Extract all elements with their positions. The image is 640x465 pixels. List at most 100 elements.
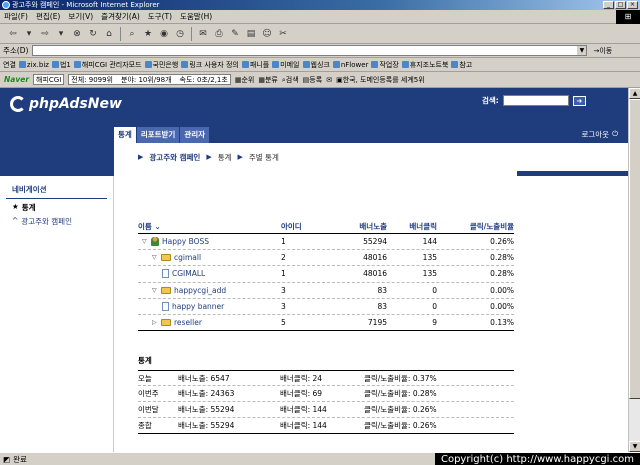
scroll-up-icon[interactable]: ▲ [629,88,640,99]
tab-reports[interactable]: 리포트받기 [136,127,180,143]
naver-logo[interactable]: Naver [4,75,29,84]
stats-impressions: 배너노출: 24363 [178,389,235,398]
address-input[interactable]: ▼ [32,45,588,56]
naver-category-button[interactable]: ▦분류 [258,75,278,85]
link-item[interactable]: 해피CGI 관리자모드 [73,60,142,70]
menu-tools[interactable]: 도구(T) [148,11,172,22]
header-impressions[interactable]: 배너노출 [331,221,387,232]
maximize-button[interactable]: □ [615,1,626,9]
forward-icon[interactable]: ⇨ [38,27,52,41]
home-icon[interactable]: ⌂ [102,27,116,41]
menu-favorites[interactable]: 즐겨찾기(A) [101,11,140,22]
naver-register-button[interactable]: ▤등록 [303,75,323,85]
status-text: 완료 [13,454,27,464]
header-name[interactable]: 이름 ⌄ [138,221,281,232]
sidebar-item-label: 광고주와 캠페인 [21,217,72,226]
scroll-down-icon[interactable]: ▼ [629,441,640,452]
address-dropdown-icon[interactable]: ▼ [577,46,587,55]
discuss-icon[interactable]: ▤ [244,27,258,41]
scroll-thumb[interactable] [629,99,640,399]
edit-icon[interactable]: ✎ [228,27,242,41]
history-icon[interactable]: ◷ [173,27,187,41]
link-item[interactable]: 휴지조노트북 [401,60,448,70]
link-icon [181,61,189,68]
stop-icon[interactable]: ⊗ [70,27,84,41]
link-item[interactable]: 국민은행 [144,60,178,70]
dropdown-icon[interactable]: ▾ [54,27,68,41]
row-name-cell: ▽ happycgi_add [138,286,281,295]
naver-notice[interactable]: ▣한국, 도메인등록를 세계5위 [336,75,425,85]
naver-search-button[interactable]: ⌕검색 [282,75,299,85]
naver-mail-icon[interactable]: ✉ [326,76,332,84]
go-button[interactable]: →이동 [593,46,612,56]
link-item[interactable]: 법1 [51,60,71,70]
expand-down-icon[interactable]: ▽ [152,254,158,261]
menu-edit[interactable]: 편집(E) [36,11,60,22]
row-name-link[interactable]: cgimall [174,253,201,262]
menu-file[interactable]: 파일(F) [4,11,28,22]
media-icon[interactable]: ◉ [157,27,171,41]
row-name-link[interactable]: happy banner [172,302,224,311]
sidebar-item-stats[interactable]: ★ 통계 [12,202,113,213]
minimize-button[interactable]: _ [603,1,614,9]
link-label: 패니플 [249,60,270,69]
search-input[interactable] [502,95,569,106]
link-label: 법1 [59,60,71,69]
sidebar-item-label: 통계 [21,203,36,212]
link-item[interactable]: 웹싱크 [302,60,330,70]
menu-view[interactable]: 보기(V) [68,11,93,22]
caret-icon: ^ [12,216,19,225]
collapse-right-icon[interactable]: ▷ [152,319,158,326]
row-name-link[interactable]: reseller [174,318,202,327]
address-bar: 주소(D) ▼ →이동 [0,44,640,58]
mail-icon[interactable]: ✉ [196,27,210,41]
search-icon[interactable]: ⌕ [125,27,139,41]
print-icon[interactable]: ⎙ [212,27,226,41]
tab-stats[interactable]: 통계 [114,127,136,143]
row-clicks: 0 [432,285,437,295]
back-icon[interactable]: ⇦ [6,27,20,41]
app-logo[interactable]: phpAdsNew [10,96,122,112]
stats-row: 이번달 배너노출: 55294 배너클릭: 144 클릭/노출비율: 0.26% [138,402,514,418]
row-name-link[interactable]: happycgi_add [174,286,226,295]
messenger-icon[interactable]: ☺ [260,27,274,41]
research-icon[interactable]: ✂ [276,27,290,41]
sidebar-item-campaigns[interactable]: ^ 광고주와 캠페인 [12,216,113,227]
row-name-cell: happy banner [138,301,281,311]
link-item[interactable]: 링크 사용자 정의 [181,60,239,70]
link-label: 링크 사용자 정의 [189,60,239,69]
naver-search-input[interactable]: 해피CGI [33,74,65,85]
stats-row: 종합 배너노출: 55294 배너클릭: 144 클릭/노출비율: 0.26% [138,418,514,434]
vertical-scrollbar[interactable]: ▲ ▼ [628,88,640,452]
link-item[interactable]: nFlower [332,61,368,69]
header-id[interactable]: 아이디 [281,221,331,232]
breadcrumb-weekly: 주별 통계 [248,152,279,162]
header-clicks[interactable]: 배너클릭 [387,221,437,232]
favorites-icon[interactable]: ★ [141,27,155,41]
header-ctr[interactable]: 클릭/노출비율 [437,221,514,232]
link-item[interactable]: zix.biz [18,61,49,69]
app-header: phpAdsNew 검색: ➜ 통계 리포트받기 관리자 로그아웃 ⏻ [0,88,628,143]
naver-rank-button[interactable]: ▦순위 [235,75,255,85]
link-item[interactable]: 작업장 [371,60,399,70]
row-name-link[interactable]: Happy BOSS [162,237,209,246]
logout-link[interactable]: 로그아웃 ⏻ [581,129,618,140]
refresh-icon[interactable]: ↻ [86,27,100,41]
stats-period-label: 이번주 [138,389,159,398]
tab-admin[interactable]: 관리자 [180,127,210,143]
row-name-link[interactable]: CGIMALL [172,269,205,278]
link-item[interactable]: 미메일 [272,60,300,70]
breadcrumb-campaigns[interactable]: 광고주와 캠페인 [149,152,200,163]
close-button[interactable]: × [627,1,638,9]
menu-help[interactable]: 도움말(H) [180,11,212,22]
search-go-button[interactable]: ➜ [572,95,586,106]
link-item[interactable]: 참고 [451,60,472,70]
expand-down-icon[interactable]: ▽ [152,287,158,294]
naver-notice-text: 한국, 도메인등록를 세계5위 [342,75,425,84]
dropdown-icon[interactable]: ▾ [22,27,36,41]
expand-down-icon[interactable]: ▽ [142,238,148,245]
breadcrumb-stats[interactable]: 통계 [218,152,232,163]
table-row: ▽ cgimall 2 48016 135 0.28% [138,250,514,267]
link-item[interactable]: 패니플 [241,60,270,70]
breadcrumb-arrow-icon: ▶ [237,153,243,161]
